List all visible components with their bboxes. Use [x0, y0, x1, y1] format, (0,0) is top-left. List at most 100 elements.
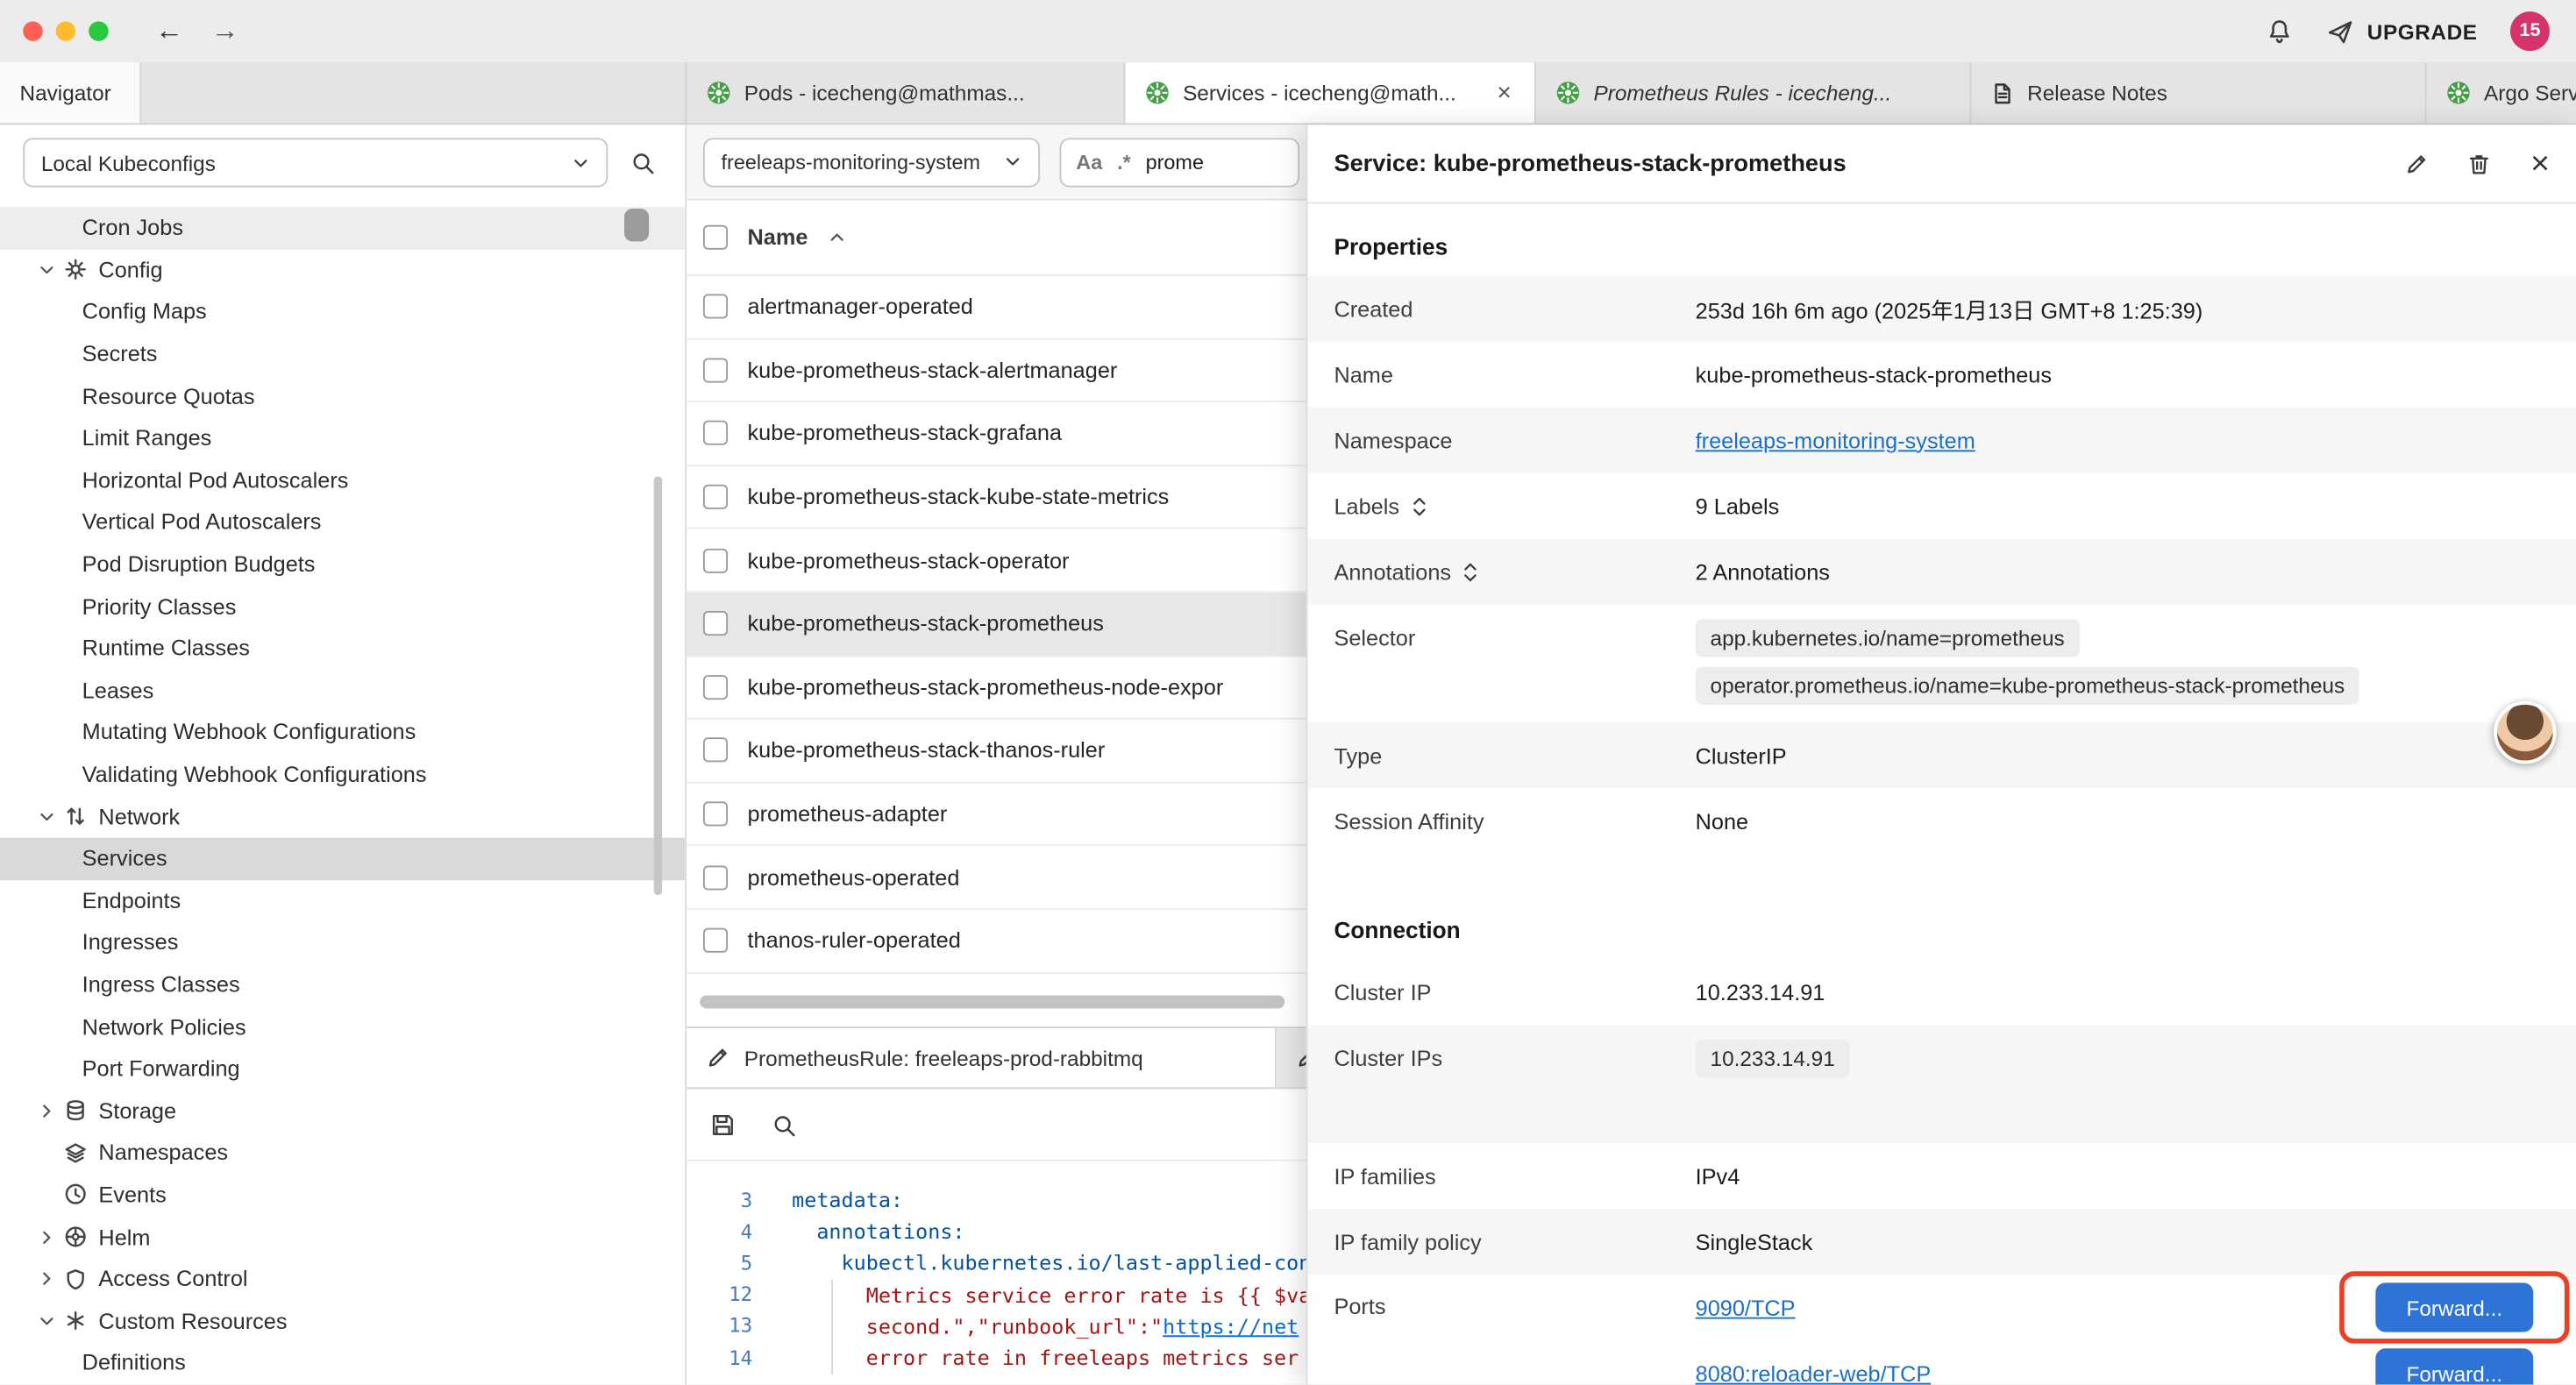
tree-item-mutating-webhook-configurations[interactable]: Mutating Webhook Configurations: [0, 712, 685, 754]
tree-item-limit-ranges[interactable]: Limit Ranges: [0, 417, 685, 459]
tree-item-ingress-classes[interactable]: Ingress Classes: [0, 963, 685, 1005]
back-button[interactable]: ←: [148, 15, 191, 47]
service-row-kube-prometheus-stack-thanos-ruler[interactable]: kube-prometheus-stack-thanos-ruler: [687, 720, 1306, 783]
chevron-right-icon[interactable]: [38, 1102, 64, 1120]
window-tab-1[interactable]: Services - icecheng@math...×: [1125, 62, 1535, 123]
code-line-12[interactable]: 12 Metrics service error rate is {{ $va: [687, 1279, 1306, 1310]
row-checkbox[interactable]: [703, 865, 728, 890]
tree-item-custom-resources[interactable]: Custom Resources: [0, 1300, 685, 1342]
forward-button[interactable]: →: [203, 15, 246, 47]
edit-icon[interactable]: [2406, 152, 2429, 174]
row-checkbox[interactable]: [703, 485, 728, 509]
service-row-kube-prometheus-stack-prometheus[interactable]: kube-prometheus-stack-prometheus: [687, 593, 1306, 656]
tree-item-ingresses[interactable]: Ingresses: [0, 921, 685, 963]
tree-item-namespaces[interactable]: Namespaces: [0, 1132, 685, 1174]
minimize-window-button[interactable]: [56, 21, 75, 40]
code-line-4[interactable]: 4 annotations:: [687, 1216, 1306, 1247]
scrollbar-thumb[interactable]: [700, 995, 1284, 1008]
upgrade-button[interactable]: UPGRADE: [2326, 18, 2478, 46]
tree-item-services[interactable]: Services: [0, 837, 685, 879]
notifications-bell-icon[interactable]: [2266, 18, 2294, 46]
editor-tab-1[interactable]: [1277, 1028, 1306, 1087]
editor-tab-0[interactable]: PrometheusRule: freeleaps-prod-rabbitmq: [687, 1028, 1277, 1087]
expand-collapse-icon[interactable]: [1462, 559, 1479, 584]
service-row-kube-prometheus-stack-prometheus-node-expor[interactable]: kube-prometheus-stack-prometheus-node-ex…: [687, 657, 1306, 720]
chevron-right-icon[interactable]: [38, 1270, 64, 1289]
regex-toggle[interactable]: .*: [1117, 150, 1131, 173]
tree-item-endpoints[interactable]: Endpoints: [0, 879, 685, 921]
tree-item-resource-quotas[interactable]: Resource Quotas: [0, 375, 685, 417]
window-tab-2[interactable]: Prometheus Rules - icecheng...: [1536, 62, 1972, 123]
service-row-prometheus-adapter[interactable]: prometheus-adapter: [687, 783, 1306, 846]
tree-item-storage[interactable]: Storage: [0, 1090, 685, 1132]
row-checkbox[interactable]: [703, 738, 728, 763]
tree-item-access-control[interactable]: Access Control: [0, 1258, 685, 1300]
tree-item-events[interactable]: Events: [0, 1174, 685, 1216]
chevron-down-icon[interactable]: [38, 261, 64, 280]
row-checkbox[interactable]: [703, 548, 728, 572]
service-row-thanos-ruler-operated[interactable]: thanos-ruler-operated: [687, 910, 1306, 973]
user-avatar[interactable]: [2494, 701, 2556, 764]
chevron-right-icon[interactable]: [38, 1228, 64, 1246]
service-row-alertmanager-operated[interactable]: alertmanager-operated: [687, 276, 1306, 339]
kubeconfig-select[interactable]: Local Kubeconfigs: [23, 138, 608, 187]
tree-item-config[interactable]: Config: [0, 249, 685, 291]
namespace-link[interactable]: freeleaps-monitoring-system: [1696, 428, 1975, 452]
forward-port-button[interactable]: Forward...: [2375, 1282, 2533, 1332]
row-checkbox[interactable]: [703, 675, 728, 700]
row-checkbox[interactable]: [703, 422, 728, 446]
horizontal-scrollbar[interactable]: [700, 995, 1296, 1010]
chevron-down-icon[interactable]: [38, 1312, 64, 1331]
service-row-kube-prometheus-stack-kube-state-metrics[interactable]: kube-prometheus-stack-kube-state-metrics: [687, 466, 1306, 529]
notification-count-badge[interactable]: 15: [2510, 11, 2550, 51]
close-tab-icon[interactable]: ×: [1494, 79, 1515, 107]
yaml-editor[interactable]: 3metadata:4 annotations:5 kubectl.kubern…: [687, 1161, 1306, 1385]
tree-item-cron-jobs[interactable]: Cron Jobs: [0, 207, 685, 249]
tree-item-port-forwarding[interactable]: Port Forwarding: [0, 1048, 685, 1090]
tree-item-network[interactable]: Network: [0, 795, 685, 837]
tree-item-network-policies[interactable]: Network Policies: [0, 1005, 685, 1048]
tree-item-leases[interactable]: Leases: [0, 670, 685, 712]
row-checkbox[interactable]: [703, 928, 728, 953]
tree-item-pod-disruption-budgets[interactable]: Pod Disruption Budgets: [0, 543, 685, 586]
service-row-kube-prometheus-stack-operator[interactable]: kube-prometheus-stack-operator: [687, 529, 1306, 593]
select-all-checkbox[interactable]: [703, 225, 728, 250]
service-row-kube-prometheus-stack-alertmanager[interactable]: kube-prometheus-stack-alertmanager: [687, 339, 1306, 402]
tree-item-validating-webhook-configurations[interactable]: Validating Webhook Configurations: [0, 754, 685, 796]
namespace-filter-select[interactable]: freeleaps-monitoring-system: [703, 137, 1040, 186]
tree-item-priority-classes[interactable]: Priority Classes: [0, 586, 685, 628]
close-window-button[interactable]: [23, 21, 42, 40]
name-column-header[interactable]: Name: [748, 225, 808, 250]
row-checkbox[interactable]: [703, 801, 728, 826]
save-icon[interactable]: [709, 1112, 736, 1138]
tree-item-horizontal-pod-autoscalers[interactable]: Horizontal Pod Autoscalers: [0, 459, 685, 501]
sidebar-search-icon[interactable]: [631, 150, 656, 174]
navigator-panel-tab[interactable]: Navigator: [0, 62, 141, 123]
tree-item-secrets[interactable]: Secrets: [0, 333, 685, 375]
window-tab-0[interactable]: Pods - icecheng@mathmas...: [687, 62, 1125, 123]
code-line-3[interactable]: 3metadata:: [687, 1184, 1306, 1216]
tree-item-definitions[interactable]: Definitions: [0, 1342, 685, 1384]
service-row-prometheus-operated[interactable]: prometheus-operated: [687, 847, 1306, 910]
window-tab-4[interactable]: Argo Serv: [2426, 62, 2576, 123]
close-drawer-icon[interactable]: ×: [2530, 147, 2550, 180]
expand-collapse-icon[interactable]: [1411, 494, 1427, 518]
code-line-5[interactable]: 5 kubectl.kubernetes.io/last-applied-con: [687, 1247, 1306, 1279]
row-checkbox[interactable]: [703, 612, 728, 636]
maximize-window-button[interactable]: [89, 21, 108, 40]
delete-icon[interactable]: [2468, 152, 2491, 174]
port-link[interactable]: 8080:reloader-web/TCP: [1696, 1360, 1932, 1384]
service-row-kube-prometheus-stack-grafana[interactable]: kube-prometheus-stack-grafana: [687, 402, 1306, 465]
forward-port-button[interactable]: Forward...: [2375, 1348, 2533, 1384]
chevron-down-icon[interactable]: [38, 807, 64, 826]
editor-search-icon[interactable]: [772, 1112, 797, 1137]
tree-item-config-maps[interactable]: Config Maps: [0, 291, 685, 333]
code-line-13[interactable]: 13 second.","runbook_url":"https://net: [687, 1310, 1306, 1342]
port-link[interactable]: 9090/TCP: [1696, 1295, 1796, 1319]
tree-item-vertical-pod-autoscalers[interactable]: Vertical Pod Autoscalers: [0, 501, 685, 543]
resource-search-input[interactable]: Aa .* prome: [1060, 137, 1300, 186]
tree-item-runtime-classes[interactable]: Runtime Classes: [0, 628, 685, 670]
scrollbar-thumb[interactable]: [654, 476, 662, 895]
window-tab-3[interactable]: Release Notes: [1971, 62, 2426, 123]
tree-item-helm[interactable]: Helm: [0, 1216, 685, 1258]
